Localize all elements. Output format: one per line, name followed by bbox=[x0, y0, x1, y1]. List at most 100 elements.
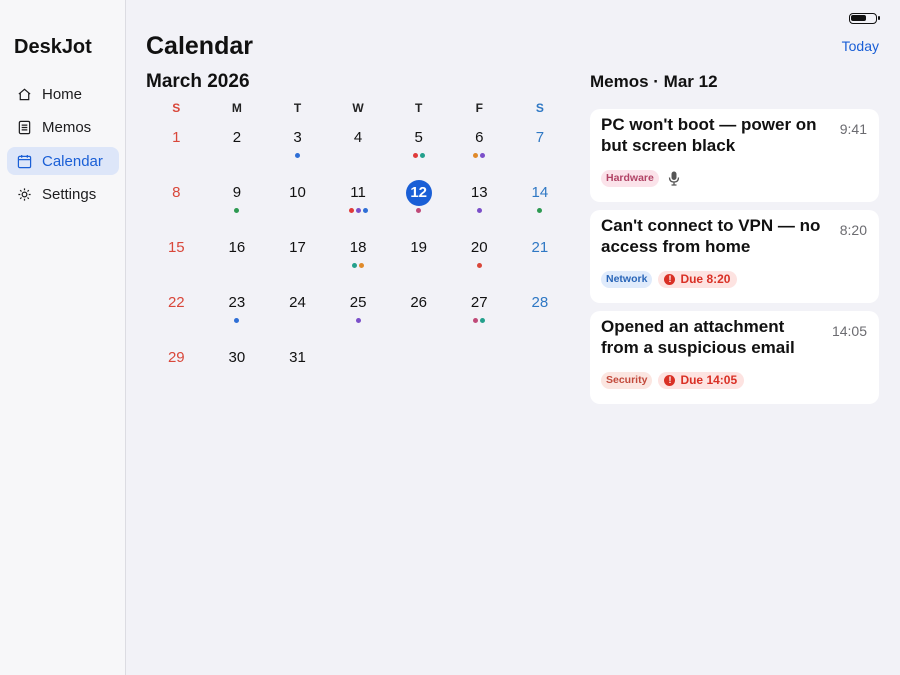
day-cell-14[interactable]: 14 bbox=[510, 175, 571, 230]
day-cell-7[interactable]: 7 bbox=[510, 120, 571, 175]
day-number: 1 bbox=[172, 129, 181, 146]
due-label: Due 14:05 bbox=[680, 373, 738, 387]
day-cell-2[interactable]: 2 bbox=[207, 120, 268, 175]
day-cell-30[interactable]: 30 bbox=[207, 340, 268, 395]
day-number: 3 bbox=[293, 129, 302, 146]
day-cell-1[interactable]: 1 bbox=[146, 120, 207, 175]
event-dot bbox=[359, 263, 365, 268]
sidebar-item-label: Calendar bbox=[42, 152, 103, 170]
memo-list: PC won't boot — power on but screen blac… bbox=[590, 109, 879, 412]
sidebar-nav: Home Memos Calendar Settings bbox=[7, 80, 119, 214]
day-cell-5[interactable]: 5 bbox=[388, 120, 449, 175]
sidebar-item-memos[interactable]: Memos bbox=[7, 114, 119, 142]
event-dots bbox=[267, 153, 328, 158]
event-dots bbox=[388, 208, 449, 213]
calendar-grid: S M T W T F S 1 2 3 4 5 6 7 8 9 10 11 12 13 14 15 16 17 1… bbox=[146, 96, 570, 395]
day-cell-6[interactable]: 6 bbox=[449, 120, 510, 175]
event-dots bbox=[388, 153, 449, 158]
day-cell-24[interactable]: 24 bbox=[267, 285, 328, 340]
memo-chips: Network ! Due 8:20 bbox=[601, 271, 738, 288]
day-number: 31 bbox=[289, 349, 306, 366]
day-cell-23[interactable]: 23 bbox=[207, 285, 268, 340]
memo-title: PC won't boot — power on but screen blac… bbox=[601, 115, 817, 155]
event-dot bbox=[476, 263, 482, 268]
app-title: DeskJot bbox=[14, 36, 92, 58]
day-cell-12[interactable]: 12 bbox=[388, 175, 449, 230]
weekday-label: T bbox=[293, 101, 302, 115]
memo-card[interactable]: Opened an attachment from a suspicious e… bbox=[590, 311, 879, 404]
event-dot bbox=[294, 153, 300, 158]
weekday-label: S bbox=[535, 101, 544, 115]
day-number: 19 bbox=[410, 239, 428, 256]
tag-chip: Hardware bbox=[601, 170, 659, 187]
memo-title: Opened an attachment from a suspicious e… bbox=[601, 317, 795, 357]
memo-card[interactable]: PC won't boot — power on but screen blac… bbox=[590, 109, 879, 202]
day-number: 13 bbox=[470, 184, 488, 201]
day-number: 10 bbox=[289, 184, 306, 201]
day-number: 23 bbox=[228, 294, 246, 311]
day-number: 5 bbox=[414, 129, 423, 146]
day-cell-17[interactable]: 17 bbox=[267, 230, 328, 285]
sidebar-item-label: Home bbox=[42, 85, 83, 103]
sidebar-item-label: Settings bbox=[42, 186, 97, 203]
day-cell-11[interactable]: 11 bbox=[328, 175, 389, 230]
day-cell-18[interactable]: 18 bbox=[328, 230, 389, 285]
event-dots bbox=[510, 208, 571, 213]
event-dot bbox=[416, 208, 422, 213]
day-cell-3[interactable]: 3 bbox=[267, 120, 328, 175]
memo-time: 9:41 bbox=[839, 121, 867, 137]
memos-title: Memos · Mar 12 bbox=[590, 72, 718, 91]
day-cell-26[interactable]: 26 bbox=[388, 285, 449, 340]
calendar-icon bbox=[16, 153, 32, 169]
event-dots bbox=[328, 263, 389, 268]
day-cell-19[interactable]: 19 bbox=[388, 230, 449, 285]
memo-time: 14:05 bbox=[831, 323, 867, 339]
day-number: 6 bbox=[475, 129, 484, 146]
microphone-icon bbox=[667, 171, 681, 187]
day-cell-15[interactable]: 15 bbox=[146, 230, 207, 285]
day-cell-27[interactable]: 27 bbox=[449, 285, 510, 340]
event-dot bbox=[412, 153, 418, 158]
event-dots bbox=[449, 208, 510, 213]
day-cell-28[interactable]: 28 bbox=[510, 285, 571, 340]
sidebar-item-calendar[interactable]: Calendar bbox=[7, 147, 119, 175]
day-cell-31[interactable]: 31 bbox=[267, 340, 328, 395]
today-button[interactable]: Today bbox=[842, 38, 879, 54]
memo-chips: Hardware bbox=[601, 170, 681, 187]
day-cell-29[interactable]: 29 bbox=[146, 340, 207, 395]
day-cell-21[interactable]: 21 bbox=[510, 230, 571, 285]
weekday-label: S bbox=[172, 101, 181, 115]
day-cell-10[interactable]: 10 bbox=[267, 175, 328, 230]
event-dot bbox=[480, 153, 486, 158]
day-cell-13[interactable]: 13 bbox=[449, 175, 510, 230]
memo-card[interactable]: Can't connect to VPN — no access from ho… bbox=[590, 210, 879, 303]
day-cell-16[interactable]: 16 bbox=[207, 230, 268, 285]
sidebar-item-settings[interactable]: Settings bbox=[7, 181, 119, 209]
day-cell-4[interactable]: 4 bbox=[328, 120, 389, 175]
day-number: 12 bbox=[405, 180, 432, 206]
event-dot bbox=[352, 263, 358, 268]
event-dot bbox=[537, 208, 543, 213]
event-dots bbox=[207, 318, 268, 323]
day-cell-9[interactable]: 9 bbox=[207, 175, 268, 230]
due-badge: ! Due 8:20 bbox=[658, 271, 738, 288]
event-dot bbox=[480, 318, 486, 323]
event-dot bbox=[473, 318, 479, 323]
day-cell-8[interactable]: 8 bbox=[146, 175, 207, 230]
battery-icon bbox=[849, 13, 880, 24]
gear-icon bbox=[16, 187, 32, 203]
day-number: 15 bbox=[167, 239, 185, 256]
alert-icon: ! bbox=[664, 375, 676, 386]
day-cell-22[interactable]: 22 bbox=[146, 285, 207, 340]
event-dots bbox=[449, 263, 510, 268]
event-dot bbox=[355, 208, 361, 213]
day-number: 9 bbox=[232, 184, 242, 201]
day-number: 26 bbox=[410, 294, 428, 311]
sidebar-item-label: Memos bbox=[42, 119, 92, 136]
event-dots bbox=[449, 318, 510, 323]
day-number: 8 bbox=[172, 184, 181, 201]
day-cell-20[interactable]: 20 bbox=[449, 230, 510, 285]
sidebar-item-home[interactable]: Home bbox=[7, 80, 119, 108]
day-grid: 1 2 3 4 5 6 7 8 9 10 11 12 13 14 15 16 17 18 19 20 21 22 23 24 2… bbox=[146, 120, 570, 395]
day-cell-25[interactable]: 25 bbox=[328, 285, 389, 340]
